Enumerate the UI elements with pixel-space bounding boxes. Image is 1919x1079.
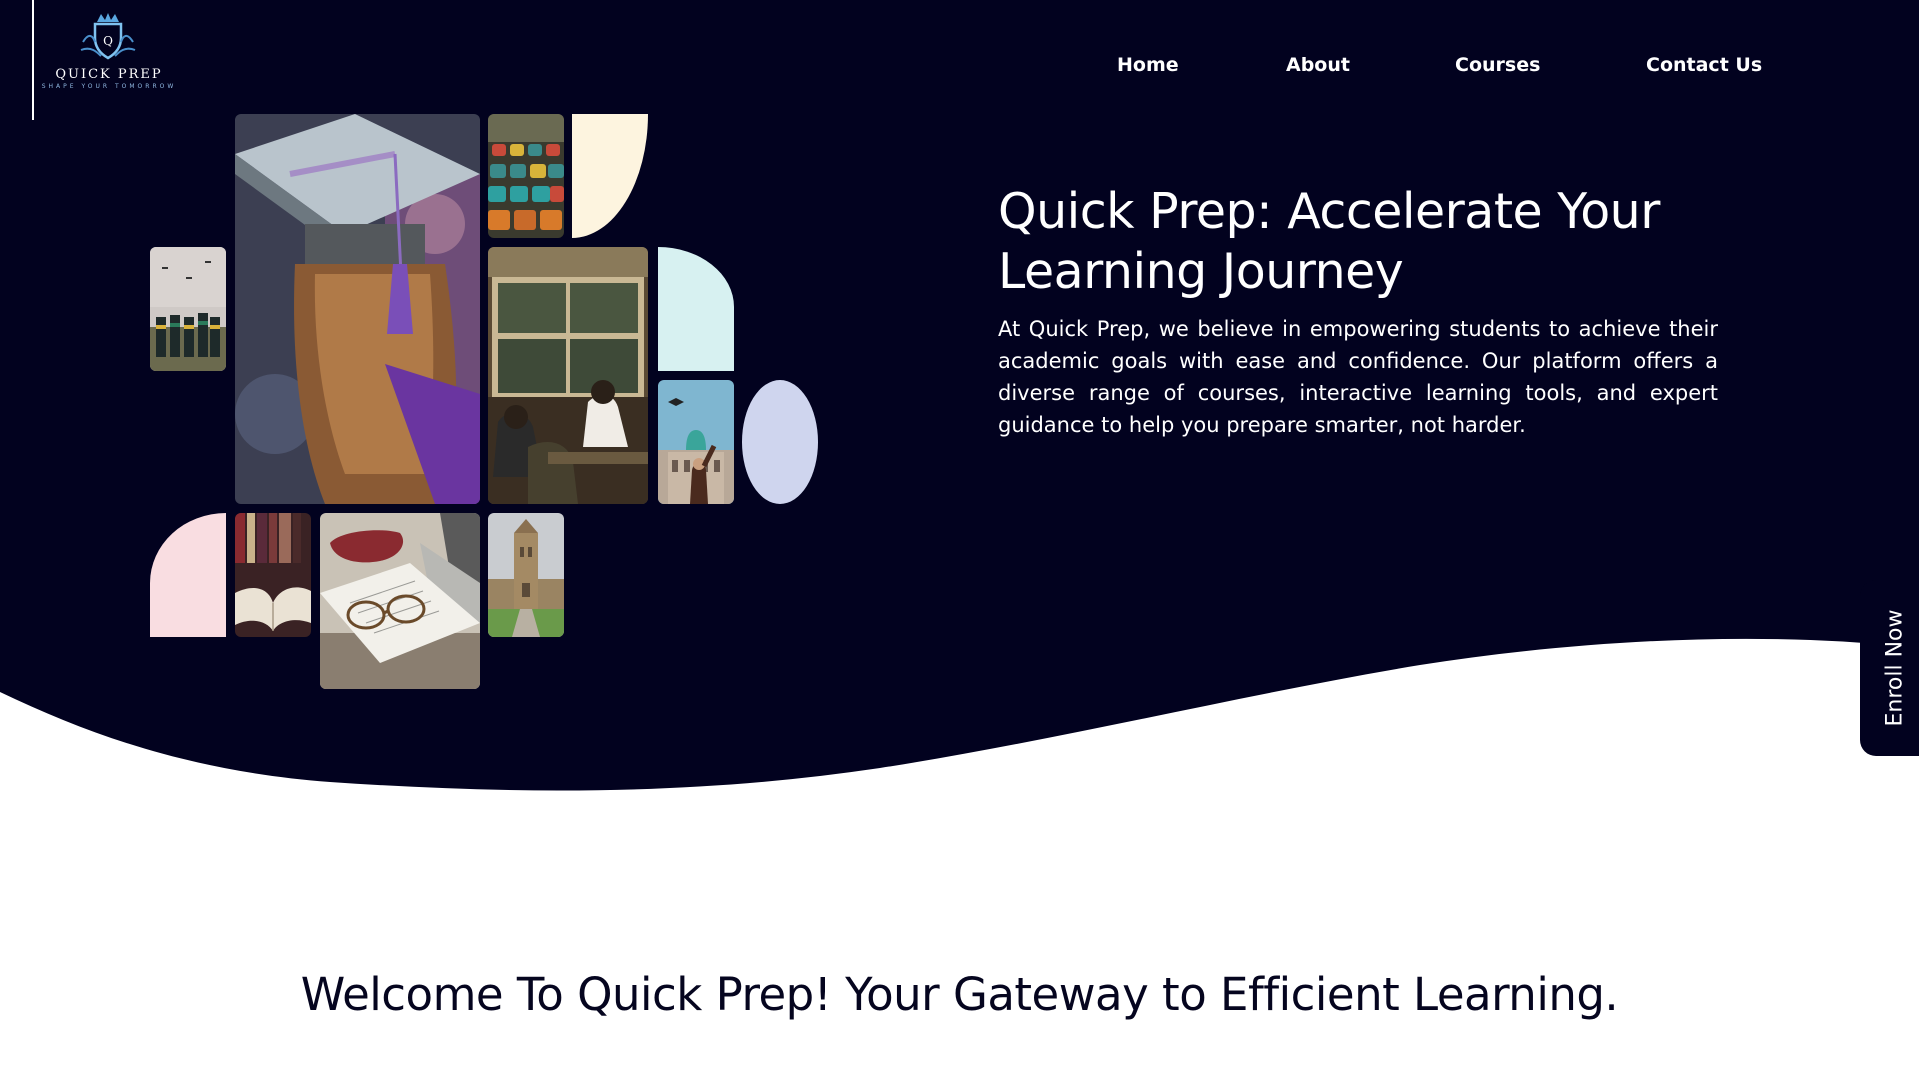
classroom-chairs-photo <box>488 114 564 238</box>
glasses-notebook-photo <box>320 513 480 689</box>
hero-title: Quick Prep: Accelerate Your Learning Jou… <box>998 183 1660 300</box>
svg-text:Q: Q <box>103 34 113 48</box>
crown-shield-icon: Q <box>80 13 136 60</box>
nav-contact-link[interactable]: Contact Us <box>1646 54 1762 76</box>
enroll-now-label: Enroll Now <box>1882 609 1908 727</box>
lecture-hall-photo <box>488 247 648 504</box>
graduates-sky-photo <box>150 247 226 371</box>
nav-courses-link[interactable]: Courses <box>1455 54 1540 76</box>
brand-logo[interactable]: Q QUICK PREP SHAPE YOUR TOMORROW <box>32 0 182 120</box>
welcome-heading: Welcome To Quick Prep! Your Gateway to E… <box>300 968 1619 1021</box>
hero-section: Q QUICK PREP SHAPE YOUR TOMORROW Home Ab… <box>0 0 1919 800</box>
brand-name: QUICK PREP <box>55 67 163 82</box>
decorative-lavender-oval <box>742 380 818 504</box>
college-building-photo <box>488 513 564 637</box>
hero-description: At Quick Prep, we believe in empowering … <box>998 317 1718 437</box>
nav-home-link[interactable]: Home <box>1117 54 1179 76</box>
graduate-building-photo <box>658 380 734 504</box>
nav-about-link[interactable]: About <box>1286 54 1350 76</box>
open-book-photo <box>235 513 311 637</box>
graduate-cap-photo <box>235 114 480 504</box>
brand-tagline: SHAPE YOUR TOMORROW <box>41 83 177 90</box>
enroll-now-tab[interactable]: Enroll Now <box>1860 580 1919 756</box>
